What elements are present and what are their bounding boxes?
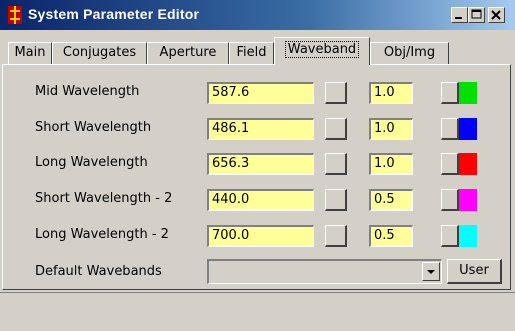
chevron-down-icon: [427, 270, 435, 274]
close-button[interactable]: [488, 7, 505, 23]
waveband-label: Mid Wavelength: [35, 84, 140, 99]
tab-waveband[interactable]: Waveband: [274, 37, 370, 65]
weight-input[interactable]: 0.5: [369, 189, 413, 211]
wavelength-select-button[interactable]: [325, 153, 347, 175]
wavelength-select-button[interactable]: [325, 82, 347, 104]
tab-main[interactable]: Main: [8, 42, 52, 64]
tab-label: Obj/Img: [383, 45, 436, 60]
tab-label: Conjugates: [62, 45, 137, 60]
tab-label: Aperture: [159, 45, 217, 60]
window-title: System Parameter Editor: [28, 6, 200, 22]
waveband-label: Short Wavelength: [35, 120, 152, 135]
tab-field[interactable]: Field: [229, 42, 274, 64]
wavelength-input[interactable]: 440.0: [207, 189, 314, 211]
default-wavebands-dropdown[interactable]: [207, 259, 442, 284]
minimize-button[interactable]: [451, 7, 468, 23]
waveband-label: Short Wavelength - 2: [35, 191, 173, 206]
app-icon: [8, 6, 22, 24]
system-parameter-editor-window: System Parameter Editor Main Conjugates …: [0, 0, 515, 331]
weight-input[interactable]: 1.0: [369, 153, 413, 175]
wavelength-input[interactable]: 587.6: [207, 82, 314, 104]
tab-label: Field: [236, 45, 267, 60]
color-swatch: [459, 153, 477, 175]
tab-aperture[interactable]: Aperture: [147, 42, 229, 64]
weight-input[interactable]: 1.0: [369, 82, 413, 104]
dropdown-button[interactable]: [422, 262, 440, 281]
color-swatch: [459, 82, 477, 104]
color-swatch: [459, 118, 477, 140]
wavelength-input[interactable]: 656.3: [207, 153, 314, 175]
weight-input[interactable]: 1.0: [369, 118, 413, 140]
color-picker-button[interactable]: [441, 189, 459, 211]
color-swatch: [459, 189, 477, 211]
color-picker-button[interactable]: [441, 225, 459, 247]
tab-obj-img[interactable]: Obj/Img: [370, 42, 449, 64]
tab-label: Main: [14, 45, 46, 60]
tab-conjugates[interactable]: Conjugates: [52, 42, 147, 64]
color-swatch: [459, 225, 477, 247]
color-picker-button[interactable]: [441, 118, 459, 140]
wavelength-input[interactable]: 486.1: [207, 118, 314, 140]
color-picker-button[interactable]: [441, 82, 459, 104]
tab-label: Waveband: [284, 41, 360, 58]
weight-input[interactable]: 0.5: [369, 225, 413, 247]
title-bar[interactable]: System Parameter Editor: [0, 0, 515, 30]
wavelength-select-button[interactable]: [325, 225, 347, 247]
tab-strip: Main Conjugates Aperture Field Waveband …: [2, 36, 513, 65]
user-button[interactable]: User: [447, 259, 502, 284]
maximize-button[interactable]: [468, 7, 485, 23]
waveband-label: Long Wavelength: [35, 155, 148, 170]
color-picker-button[interactable]: [441, 153, 459, 175]
wavelength-select-button[interactable]: [325, 189, 347, 211]
status-bar: [0, 292, 515, 331]
wavelength-input[interactable]: 700.0: [207, 225, 314, 247]
waveband-label: Long Wavelength - 2: [35, 227, 169, 242]
default-wavebands-label: Default Wavebands: [35, 264, 162, 279]
wavelength-select-button[interactable]: [325, 118, 347, 140]
